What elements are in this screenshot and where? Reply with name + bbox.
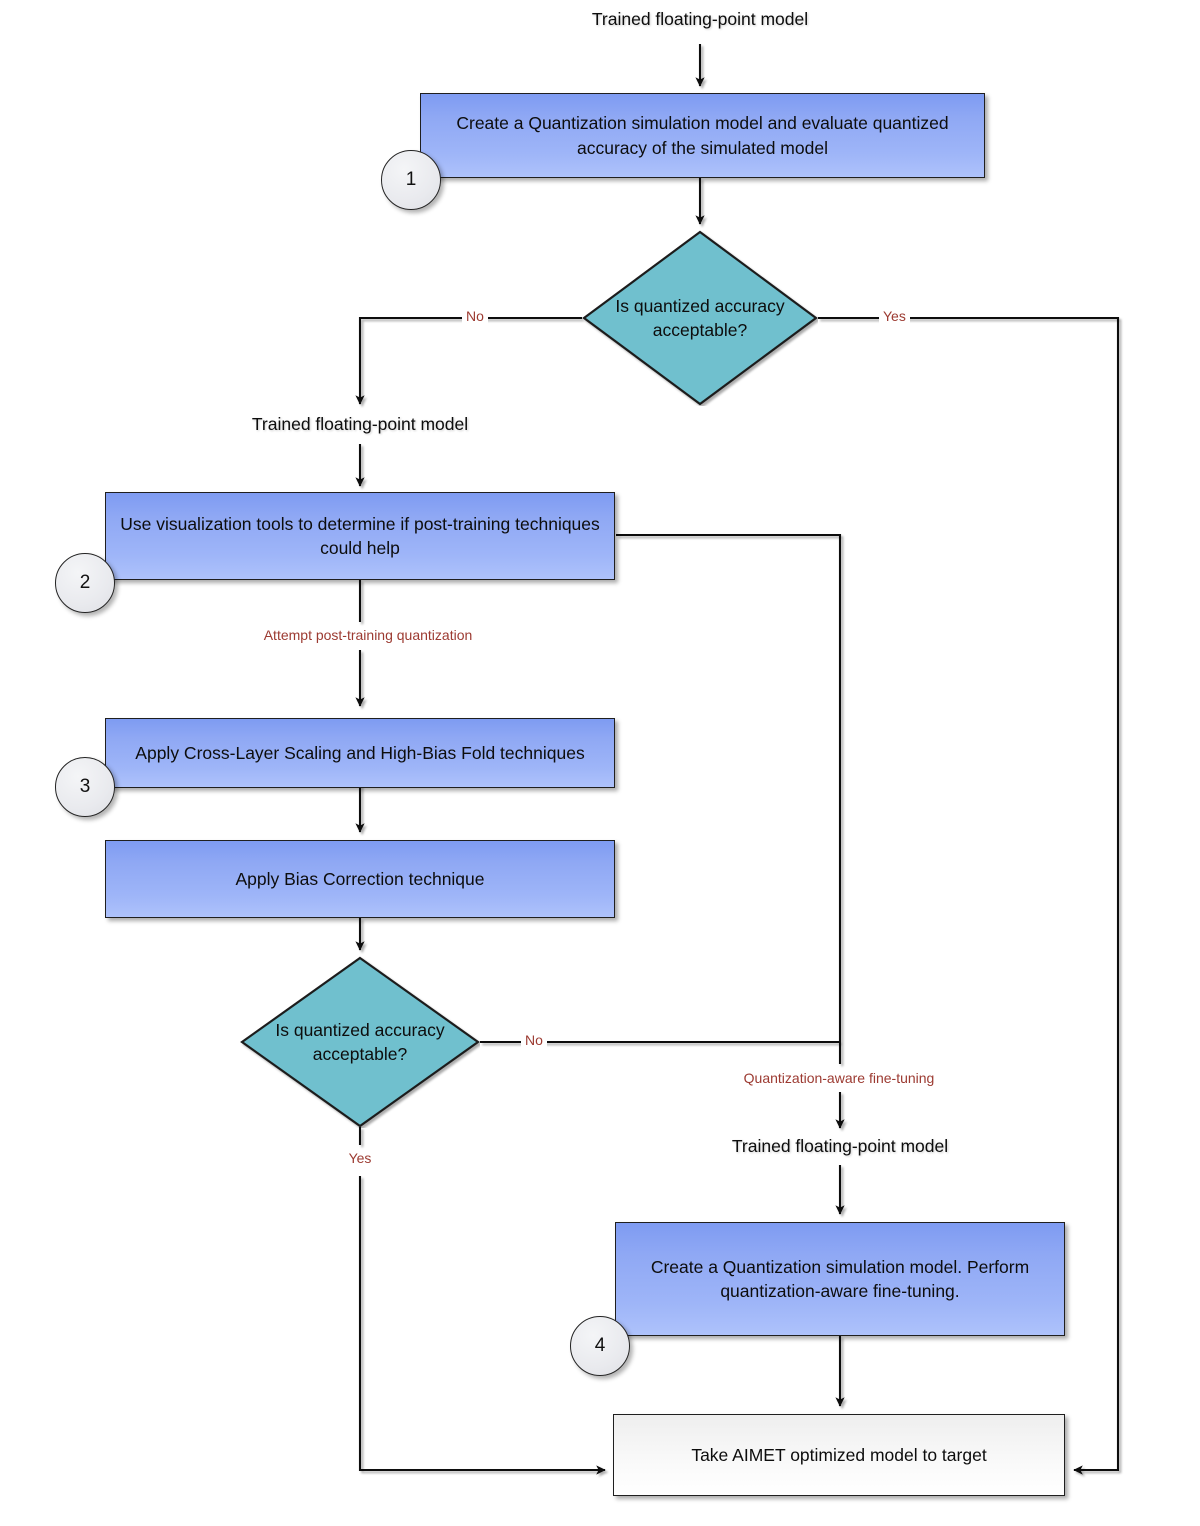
- step-badge-4: 4: [570, 1316, 630, 1376]
- start-label: Trained floating-point model: [586, 9, 814, 30]
- process-box-bias-correction-text: Apply Bias Correction technique: [235, 868, 485, 889]
- edge-label-decision2-no: No: [521, 1032, 547, 1048]
- process-box-bias-correction[interactable]: Apply Bias Correction technique: [105, 840, 615, 918]
- process-box-step2-text: Use visualization tools to determine if …: [120, 513, 600, 558]
- process-box-step1[interactable]: Create a Quantization simulation model a…: [420, 93, 985, 178]
- qat-label-trained-model: Trained floating-point model: [726, 1136, 954, 1157]
- flowchart-canvas: Trained floating-point model Create a Qu…: [0, 0, 1200, 1526]
- edge-label-qat: Quantization-aware fine-tuning: [739, 1070, 939, 1086]
- step-badge-1-label: 1: [405, 169, 417, 190]
- process-box-step4-text: Create a Quantization simulation model. …: [650, 1256, 1030, 1301]
- decision-node-1[interactable]: Is quantized accuracy acceptable?: [582, 230, 818, 406]
- process-box-step1-text: Create a Quantization simulation model a…: [456, 113, 949, 158]
- mid-label-trained-model: Trained floating-point model: [246, 414, 474, 435]
- decision-node-2-text: Is quantized accuracy acceptable?: [275, 1019, 445, 1064]
- edge-label-decision2-yes: Yes: [344, 1150, 376, 1166]
- step-badge-3-label: 3: [79, 776, 91, 797]
- process-box-step4[interactable]: Create a Quantization simulation model. …: [615, 1222, 1065, 1336]
- edge-label-attempt-ptq: Attempt post-training quantization: [259, 627, 477, 643]
- step-badge-4-label: 4: [594, 1335, 606, 1356]
- decision-node-2[interactable]: Is quantized accuracy acceptable?: [240, 956, 480, 1128]
- terminal-box-text: Take AIMET optimized model to target: [691, 1444, 987, 1465]
- terminal-box-take-to-target[interactable]: Take AIMET optimized model to target: [613, 1414, 1065, 1496]
- step-badge-1: 1: [381, 150, 441, 210]
- edge-label-decision1-no: No: [462, 308, 488, 324]
- step-badge-2: 2: [55, 553, 115, 613]
- process-box-step3-text: Apply Cross-Layer Scaling and High-Bias …: [135, 742, 585, 763]
- step-badge-2-label: 2: [79, 572, 91, 593]
- edge-label-decision1-yes: Yes: [879, 308, 910, 324]
- decision-node-1-text: Is quantized accuracy acceptable?: [615, 295, 785, 340]
- process-box-step2[interactable]: Use visualization tools to determine if …: [105, 492, 615, 580]
- process-box-step3[interactable]: Apply Cross-Layer Scaling and High-Bias …: [105, 718, 615, 788]
- step-badge-3: 3: [55, 757, 115, 817]
